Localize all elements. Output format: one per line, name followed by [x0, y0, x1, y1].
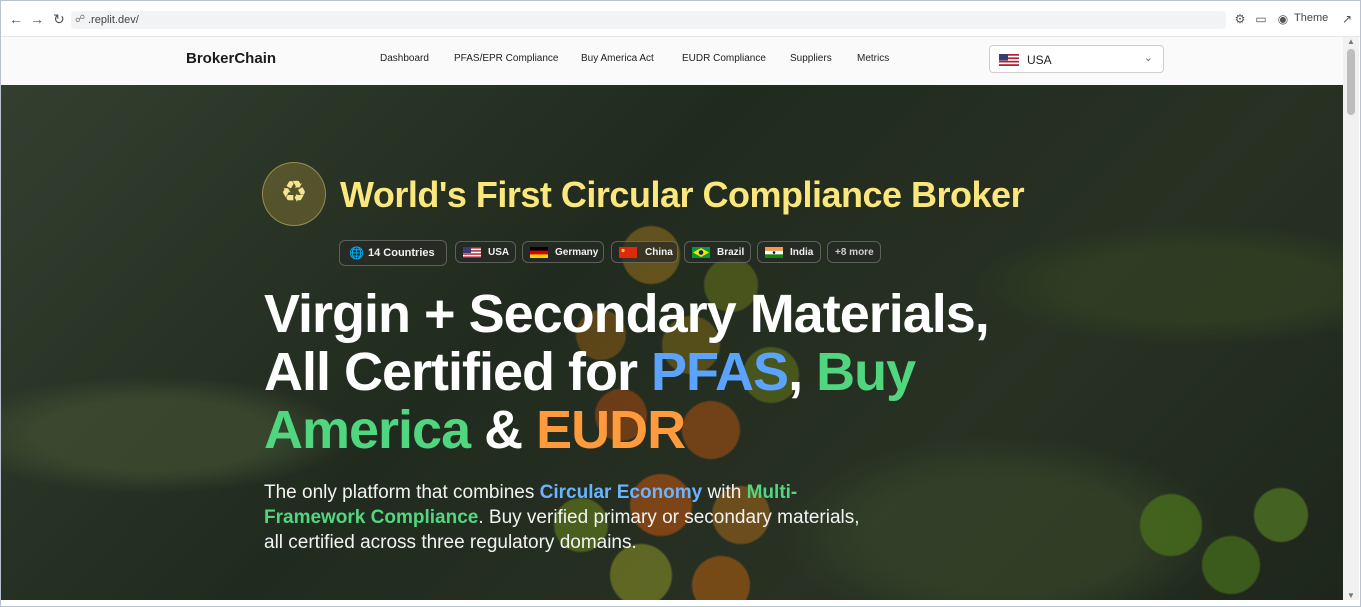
subtext-part-a: The only platform that combines	[264, 482, 540, 503]
country-chip-india[interactable]: India	[757, 241, 821, 263]
page-scrollbar[interactable]: ▲ ▼	[1343, 37, 1359, 600]
country-chip-brazil[interactable]: Brazil	[684, 241, 751, 263]
headline-line-1: Virgin + Secondary Materials,	[264, 284, 990, 344]
link-icon: ☍	[75, 14, 86, 25]
scroll-thumb[interactable]	[1347, 49, 1355, 115]
recycle-icon: ♻	[280, 176, 308, 209]
country-chip-label: Brazil	[717, 247, 745, 258]
headline-pfas: PFAS	[651, 342, 789, 402]
country-chip-usa[interactable]: USA	[455, 241, 516, 263]
country-chip-label: USA	[488, 247, 510, 258]
de-flag-icon	[530, 247, 548, 258]
hero-description: The only platform that combines Circular…	[264, 480, 864, 555]
devices-icon[interactable]: ▭	[1253, 11, 1269, 27]
countries-badge-label: 14 Countries	[368, 247, 435, 259]
country-select[interactable]: USA ⌄	[989, 45, 1164, 73]
brand-logo[interactable]: BrokerChain	[186, 50, 276, 67]
scroll-up-icon[interactable]: ▲	[1347, 37, 1355, 46]
nav-pfas-epr-compliance[interactable]: PFAS/EPR Compliance	[454, 53, 559, 64]
nav-suppliers[interactable]: Suppliers	[790, 53, 832, 64]
headline-america: America	[264, 400, 471, 460]
url-text: .replit.dev/	[88, 14, 139, 26]
browser-toolbar: ← → ↻ ☍ .replit.dev/ ⚙ ▭ ◉ Theme ↗	[1, 1, 1360, 37]
us-flag-icon	[463, 247, 481, 258]
country-chip-label: India	[790, 247, 814, 258]
more-countries-label: +8 more	[835, 247, 874, 258]
palette-icon[interactable]: ◉	[1275, 11, 1291, 27]
back-icon[interactable]: ←	[8, 11, 24, 27]
chevron-down-icon: ⌄	[1143, 52, 1153, 64]
recycle-badge: ♻	[262, 162, 326, 226]
country-chip-china[interactable]: China	[611, 241, 678, 263]
headline-line-2: All Certified for	[264, 342, 652, 402]
address-bar[interactable]: ☍ .replit.dev/	[71, 11, 1226, 29]
headline-eudr: EUDR	[536, 400, 686, 460]
in-flag-icon	[765, 247, 783, 258]
headline-comma: ,	[788, 342, 817, 402]
open-external-icon[interactable]: ↗	[1339, 11, 1355, 27]
subtext-circular-economy: Circular Economy	[539, 482, 703, 503]
countries-badge[interactable]: 🌐 14 Countries	[339, 240, 447, 266]
subtext-part-b: with	[702, 482, 747, 503]
globe-icon: 🌐	[349, 246, 364, 260]
nav-metrics[interactable]: Metrics	[857, 53, 889, 64]
headline-buy: Buy	[816, 342, 916, 402]
hero-headline: Virgin + Secondary Materials, All Certif…	[264, 285, 1164, 459]
country-chip-label: Germany	[555, 247, 599, 258]
theme-button[interactable]: Theme	[1294, 12, 1328, 24]
country-chip-label: China	[645, 247, 673, 258]
country-select-value: USA	[1027, 53, 1052, 67]
wrench-icon[interactable]: ⚙	[1232, 11, 1248, 27]
country-chip-germany[interactable]: Germany	[522, 241, 604, 263]
nav-buy-america-act[interactable]: Buy America Act	[581, 53, 654, 64]
hero-tagline: World's First Circular Compliance Broker	[340, 174, 1025, 215]
hero-section: ♻ World's First Circular Compliance Brok…	[1, 85, 1343, 600]
us-flag-icon	[999, 54, 1019, 66]
site-header: BrokerChain Dashboard PFAS/EPR Complianc…	[1, 37, 1343, 85]
reload-icon[interactable]: ↻	[51, 11, 67, 27]
cn-flag-icon	[619, 247, 637, 258]
nav-eudr-compliance[interactable]: EUDR Compliance	[682, 53, 766, 64]
more-countries-chip[interactable]: +8 more	[827, 241, 881, 263]
nav-dashboard[interactable]: Dashboard	[380, 53, 429, 64]
forward-icon[interactable]: →	[29, 11, 45, 27]
scroll-down-icon[interactable]: ▼	[1347, 591, 1355, 600]
headline-amp: &	[470, 400, 537, 460]
br-flag-icon	[692, 247, 710, 258]
